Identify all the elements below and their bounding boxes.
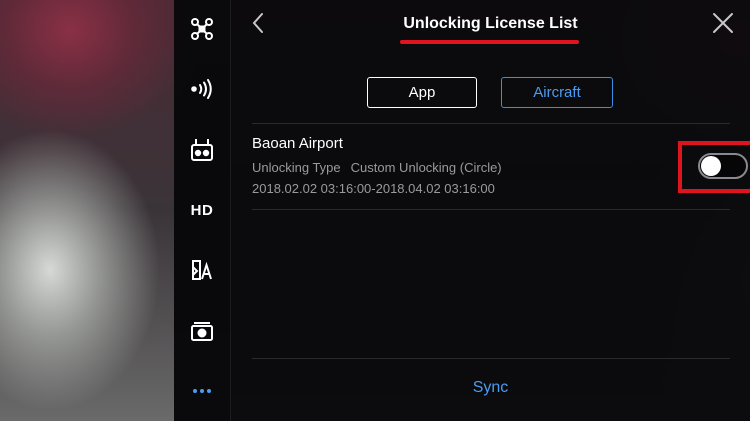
license-type-label: Unlocking Type [252, 160, 341, 175]
sidebar-item-camera[interactable] [174, 311, 230, 351]
aircraft-icon [190, 17, 214, 41]
remote-controller-icon [191, 138, 213, 162]
license-type-value: Custom Unlocking (Circle) [350, 160, 502, 175]
settings-sidebar: HD [174, 0, 231, 421]
license-enable-toggle[interactable] [698, 153, 748, 179]
more-icon [192, 388, 212, 394]
license-panel: Unlocking License List App Aircraft Baoa… [231, 0, 750, 421]
map-unlock-icon [191, 259, 213, 281]
camera-view-background [0, 0, 174, 421]
page-title: Unlocking License List [403, 15, 578, 32]
close-button[interactable] [708, 10, 738, 40]
license-name: Baoan Airport [252, 135, 343, 152]
tab-aircraft[interactable]: Aircraft [501, 77, 613, 108]
sidebar-item-aircraft[interactable] [174, 9, 230, 49]
sync-button[interactable]: Sync [231, 379, 750, 397]
hd-label: HD [190, 201, 214, 219]
signal-icon [190, 79, 214, 99]
title-highlight-underline [400, 40, 579, 44]
sidebar-item-signal[interactable] [174, 69, 230, 109]
sidebar-item-more[interactable] [174, 371, 230, 411]
sidebar-item-hd[interactable]: HD [174, 190, 230, 230]
sidebar-item-remote-controller[interactable] [174, 130, 230, 170]
tab-app[interactable]: App [367, 77, 477, 108]
license-source-tabs: App Aircraft [231, 77, 750, 111]
license-item: Baoan Airport Unlocking Type Custom Unloc… [252, 124, 750, 210]
divider [252, 209, 730, 210]
panel-header: Unlocking License List [231, 0, 750, 52]
license-type: Unlocking Type Custom Unlocking (Circle) [252, 160, 502, 175]
toggle-knob [701, 156, 721, 176]
divider [252, 358, 730, 359]
license-date-range: 2018.02.02 03:16:00-2018.04.02 03:16:00 [252, 181, 495, 196]
close-icon [712, 12, 734, 39]
camera-icon [191, 321, 213, 341]
sidebar-item-map-unlock[interactable] [174, 250, 230, 290]
